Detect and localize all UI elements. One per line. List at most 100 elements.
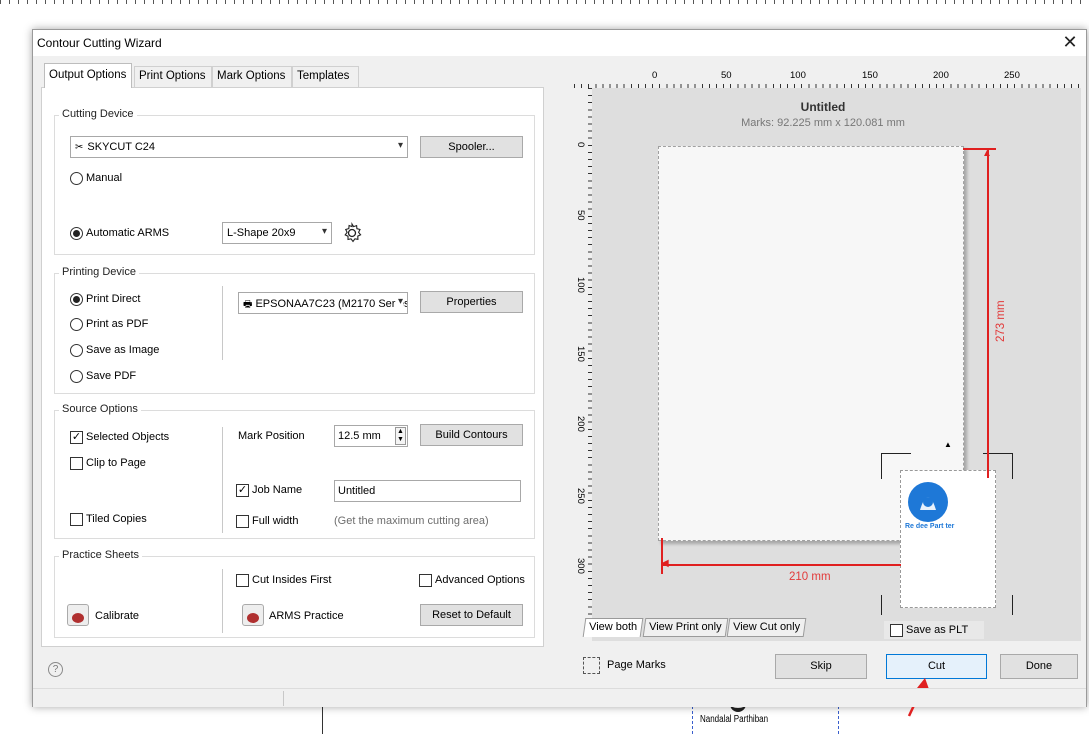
calibrate-label[interactable]: Calibrate xyxy=(95,610,139,622)
contour-cutting-dialog: Contour Cutting Wizard ✕ Output Options … xyxy=(32,29,1087,717)
ruler-tick-label: 100 xyxy=(790,70,806,81)
tab-templates[interactable]: Templates xyxy=(292,66,359,87)
horizontal-ruler: 0 50 100 150 200 250 xyxy=(574,70,1081,88)
ruler-tick-label: 200 xyxy=(933,70,949,81)
job-name-label: Job Name xyxy=(252,484,303,496)
ruler-tick-label: 0 xyxy=(652,70,658,81)
tiled-copies-checkbox[interactable] xyxy=(70,513,83,526)
cut-insides-first-label: Cut Insides First xyxy=(252,574,332,586)
mark-position-input[interactable]: 12.5 mm ▲ ▼ xyxy=(334,425,408,447)
cutting-device-select[interactable]: ✂ SKYCUT C24 ▾ xyxy=(70,136,408,158)
background-ruler xyxy=(0,0,1089,28)
printing-device-group: Printing Device Print Direct Print as PD… xyxy=(54,266,535,394)
tab-view-cut-only[interactable]: View Cut only xyxy=(726,618,807,637)
background-page xyxy=(323,706,763,734)
tab-view-print-only[interactable]: View Print only xyxy=(642,618,728,637)
ruler-tick-label: 300 xyxy=(575,558,586,574)
spooler-button[interactable]: Spooler... xyxy=(420,136,523,158)
spinner-icon[interactable]: ▲ ▼ xyxy=(395,427,406,445)
automatic-arms-label: Automatic ARMS xyxy=(86,227,170,239)
ruler-tick-label: 50 xyxy=(721,70,732,81)
reset-to-default-button[interactable]: Reset to Default xyxy=(420,604,523,626)
arms-practice-label[interactable]: ARMS Practice xyxy=(269,610,344,622)
background-guide xyxy=(838,706,839,734)
build-contours-button[interactable]: Build Contours xyxy=(420,424,523,446)
ruler-tick-label: 250 xyxy=(1004,70,1020,81)
group-label: Printing Device xyxy=(59,266,139,278)
ruler-tick-label: 100 xyxy=(575,277,586,293)
output-options-panel: Cutting Device ✂ SKYCUT C24 ▾ Spooler... … xyxy=(41,87,544,647)
calibrate-icon[interactable] xyxy=(67,604,89,626)
tab-output-options[interactable]: Output Options xyxy=(44,63,132,88)
gear-icon[interactable] xyxy=(341,222,363,244)
full-width-checkbox[interactable] xyxy=(236,515,249,528)
skip-button[interactable]: Skip xyxy=(775,654,867,679)
height-dimension-label: 273 mm xyxy=(995,300,1007,342)
arms-shape-value: L-Shape 20x9 xyxy=(227,227,296,239)
tab-label: View Print only xyxy=(649,621,722,633)
print-as-pdf-radio[interactable] xyxy=(70,318,83,331)
full-width-hint: (Get the maximum cutting area) xyxy=(334,515,489,527)
tab-view-both[interactable]: View both xyxy=(582,618,644,637)
background-signature-name: Nandalal Parthiban xyxy=(700,714,769,725)
height-dimension-line xyxy=(987,148,989,478)
mark-position-value: 12.5 mm xyxy=(338,430,381,442)
logo-text: Re dee Part ter xyxy=(905,523,955,530)
done-button[interactable]: Done xyxy=(1000,654,1078,679)
ruler-tick-label: 200 xyxy=(575,416,586,432)
ruler-tick-label: 150 xyxy=(575,346,586,362)
job-name-checkbox[interactable]: ✓ xyxy=(236,484,249,497)
tab-mark-options[interactable]: Mark Options xyxy=(212,66,292,87)
vertical-ruler: 0 50 100 150 200 250 300 xyxy=(574,88,592,641)
window-title: Contour Cutting Wizard xyxy=(37,36,162,50)
properties-button[interactable]: Properties xyxy=(420,291,523,313)
arms-practice-icon[interactable] xyxy=(242,604,264,626)
background-guide xyxy=(692,706,693,734)
save-pdf-radio[interactable] xyxy=(70,370,83,383)
tab-label: View Cut only xyxy=(733,621,801,633)
group-label: Practice Sheets xyxy=(59,549,143,561)
separator xyxy=(222,569,223,633)
save-as-image-radio[interactable] xyxy=(70,344,83,357)
marks-size-text: Marks: 92.225 mm x 120.081 mm xyxy=(741,117,905,129)
ruler-tick-label: 50 xyxy=(575,210,586,221)
close-icon[interactable]: ✕ xyxy=(1060,32,1080,52)
group-label: Cutting Device xyxy=(59,108,137,120)
page-marks-icon[interactable] xyxy=(583,657,600,674)
clip-to-page-checkbox[interactable] xyxy=(70,457,83,470)
registration-mark xyxy=(881,595,882,615)
separator xyxy=(283,691,284,706)
save-as-plt-area: Save as PLT xyxy=(884,621,984,639)
tab-print-options[interactable]: Print Options xyxy=(134,66,212,87)
print-as-pdf-label: Print as PDF xyxy=(86,318,149,330)
mark-position-label: Mark Position xyxy=(238,430,305,442)
ruler-tick-label: 250 xyxy=(575,488,586,504)
automatic-arms-radio[interactable] xyxy=(70,227,83,240)
registration-mark xyxy=(1012,595,1013,615)
cut-button[interactable]: Cut xyxy=(886,654,987,679)
printer-value: EPSONAA7C23 (M2170 Series) xyxy=(255,298,408,310)
print-direct-label: Print Direct xyxy=(86,293,141,305)
page-marks-label[interactable]: Page Marks xyxy=(607,659,666,671)
background-page-edge xyxy=(322,706,323,734)
group-label: Source Options xyxy=(59,403,141,415)
save-as-image-label: Save as Image xyxy=(86,344,160,356)
selected-objects-checkbox[interactable]: ✓ xyxy=(70,431,83,444)
cut-insides-first-checkbox[interactable] xyxy=(236,574,249,587)
ruler-tick-label: 150 xyxy=(862,70,878,81)
save-pdf-label: Save PDF xyxy=(86,370,137,382)
printer-icon: 🖶 xyxy=(243,299,253,310)
manual-radio[interactable] xyxy=(70,172,83,185)
help-icon[interactable]: ? xyxy=(48,662,63,677)
job-name-input[interactable]: Untitled xyxy=(334,480,521,502)
width-dimension-label: 210 mm xyxy=(789,571,831,583)
practice-sheets-group: Practice Sheets Calibrate Cut Insides Fi… xyxy=(54,549,535,638)
clip-to-page-label: Clip to Page xyxy=(86,457,146,469)
advanced-options-checkbox[interactable] xyxy=(419,574,432,587)
printer-select[interactable]: 🖶 EPSONAA7C23 (M2170 Series) ▾ xyxy=(238,292,408,314)
print-direct-radio[interactable] xyxy=(70,293,83,306)
chevron-down-icon: ▾ xyxy=(397,140,403,151)
save-as-plt-checkbox[interactable] xyxy=(890,624,903,637)
full-width-label: Full width xyxy=(252,515,299,527)
arms-shape-select[interactable]: L-Shape 20x9 ▾ xyxy=(222,222,332,244)
